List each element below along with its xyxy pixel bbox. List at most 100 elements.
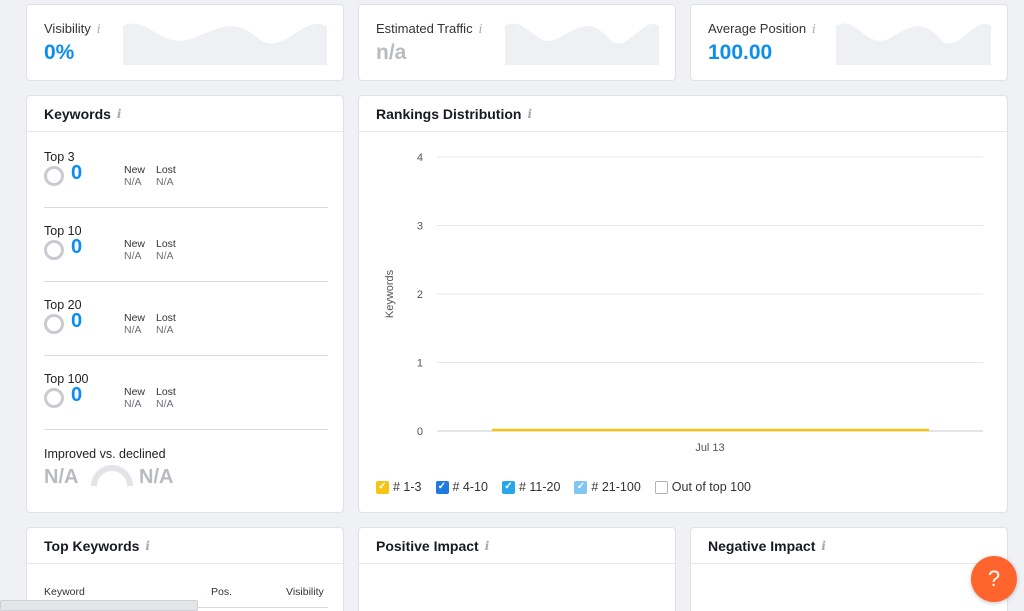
- keyword-count[interactable]: 0: [71, 384, 82, 407]
- top-keywords-card: Top Keywords i Keyword Pos. Visibility: [26, 527, 344, 611]
- card-title: Top Keywords: [44, 538, 140, 554]
- divider: [44, 429, 328, 430]
- metric-label: Estimated Traffic: [376, 21, 473, 36]
- x-tick-label: Jul 13: [695, 442, 724, 454]
- checkbox-icon[interactable]: ✓: [376, 480, 389, 494]
- info-icon[interactable]: i: [117, 107, 122, 121]
- legend-label: # 11-20: [518, 480, 561, 494]
- info-icon[interactable]: i: [485, 539, 490, 553]
- keyword-group-label: Top 100: [44, 372, 89, 386]
- metric-label: Visibility: [44, 21, 91, 36]
- new-value: N/A: [124, 176, 142, 188]
- keyword-group-top20: Top 20 0 New N/A Lost N/A: [44, 298, 328, 336]
- keyword-group-top3: Top 3 0 New N/A Lost N/A: [44, 150, 328, 188]
- lost-label: Lost: [156, 238, 176, 250]
- y-tick-label: 4: [417, 152, 423, 164]
- position-value: 100.00: [708, 41, 773, 64]
- divider: [44, 355, 328, 356]
- visibility-sparkline: [123, 23, 327, 65]
- column-header-visibility[interactable]: Visibility: [286, 586, 324, 598]
- ring-icon: [44, 166, 64, 186]
- horizontal-scrollbar[interactable]: [0, 600, 198, 611]
- y-tick-label: 0: [417, 426, 423, 438]
- lost-label: Lost: [156, 312, 176, 324]
- y-axis-label: Keywords: [384, 269, 396, 318]
- checkbox-icon[interactable]: ✓: [435, 480, 449, 494]
- rankings-card: Rankings Distribution i 0 1 2 3 4 Keywords Jul …: [358, 95, 1008, 513]
- lost-value: N/A: [156, 398, 174, 410]
- divider: [27, 131, 343, 132]
- checkbox-icon[interactable]: [654, 480, 668, 494]
- keyword-group-label: Top 3: [44, 150, 75, 164]
- checkbox-icon[interactable]: ✓: [501, 480, 515, 494]
- traffic-sparkline: [505, 23, 659, 65]
- ring-icon: [44, 314, 64, 334]
- rankings-chart: 0 1 2 3 4 Keywords Jul 13: [384, 152, 983, 454]
- info-icon[interactable]: i: [812, 22, 816, 36]
- improved-value: N/A: [44, 466, 79, 488]
- keyword-count[interactable]: 0: [71, 236, 82, 259]
- lost-label: Lost: [156, 386, 176, 398]
- divider: [44, 281, 328, 282]
- keyword-group-top10: Top 10 0 New N/A Lost N/A: [44, 224, 328, 262]
- gauge-icon: [91, 465, 133, 487]
- traffic-card: Estimated Traffic i n/a: [358, 4, 676, 81]
- divider: [44, 207, 328, 208]
- help-button[interactable]: ?: [971, 556, 1017, 602]
- info-icon[interactable]: i: [527, 107, 532, 121]
- info-icon[interactable]: i: [145, 539, 150, 553]
- positive-impact-card: Positive Impact i: [358, 527, 676, 611]
- lost-label: Lost: [156, 164, 176, 176]
- info-icon[interactable]: i: [479, 22, 483, 36]
- lost-value: N/A: [156, 324, 174, 336]
- new-label: New: [124, 386, 146, 398]
- keyword-group-label: Top 10: [44, 224, 82, 238]
- legend-item-1-3[interactable]: ✓ # 1-3: [376, 480, 422, 494]
- checkbox-icon[interactable]: ✓: [574, 480, 588, 494]
- help-icon: ?: [987, 566, 1001, 591]
- keyword-group-label: Top 20: [44, 298, 82, 312]
- legend-label: Out of top 100: [671, 480, 752, 494]
- lost-value: N/A: [156, 176, 174, 188]
- position-card: Average Position i 100.00: [690, 4, 1008, 81]
- negative-impact-card: Negative Impact i: [690, 527, 1008, 611]
- y-tick-label: 1: [417, 358, 423, 370]
- improved-declined-label: Improved vs. declined: [44, 447, 166, 461]
- card-title: Keywords: [44, 106, 111, 122]
- new-value: N/A: [124, 324, 142, 336]
- card-title: Rankings Distribution: [376, 106, 522, 122]
- ring-icon: [44, 388, 64, 408]
- new-value: N/A: [124, 398, 142, 410]
- chart-legend: ✓ # 1-3 ✓ # 4-10 ✓ # 11-20 ✓ # 21-100 Out of…: [376, 480, 751, 494]
- column-header-keyword[interactable]: Keyword: [44, 586, 85, 598]
- card-title: Negative Impact: [708, 538, 816, 554]
- traffic-value: n/a: [376, 41, 407, 64]
- declined-value: N/A: [139, 466, 174, 488]
- divider: [27, 563, 343, 564]
- ring-icon: [44, 240, 64, 260]
- legend-label: # 21-100: [591, 480, 641, 494]
- new-label: New: [124, 238, 146, 250]
- info-icon[interactable]: i: [821, 539, 826, 553]
- keyword-count[interactable]: 0: [71, 310, 82, 333]
- info-icon[interactable]: i: [97, 22, 101, 36]
- visibility-card: Visibility i 0%: [26, 4, 344, 81]
- divider: [691, 563, 1007, 564]
- card-title: Positive Impact: [376, 538, 479, 554]
- legend-item-21-100[interactable]: ✓ # 21-100: [574, 480, 641, 494]
- legend-label: # 1-3: [393, 480, 422, 494]
- column-header-pos[interactable]: Pos.: [211, 586, 232, 598]
- legend-label: # 4-10: [452, 480, 488, 494]
- new-label: New: [124, 312, 146, 324]
- divider: [359, 131, 1007, 132]
- lost-value: N/A: [156, 250, 174, 262]
- new-value: N/A: [124, 250, 142, 262]
- legend-item-out-of-top-100[interactable]: Out of top 100: [654, 480, 752, 494]
- metric-label: Average Position: [708, 21, 807, 36]
- divider: [359, 563, 675, 564]
- keywords-card: Keywords i Top 3 0 New N/A Lost N/A Top 10 …: [26, 95, 344, 513]
- legend-item-4-10[interactable]: ✓ # 4-10: [435, 480, 488, 494]
- keyword-group-top100: Top 100 0 New N/A Lost N/A: [44, 372, 328, 410]
- keyword-count[interactable]: 0: [71, 162, 82, 185]
- legend-item-11-20[interactable]: ✓ # 11-20: [501, 480, 561, 494]
